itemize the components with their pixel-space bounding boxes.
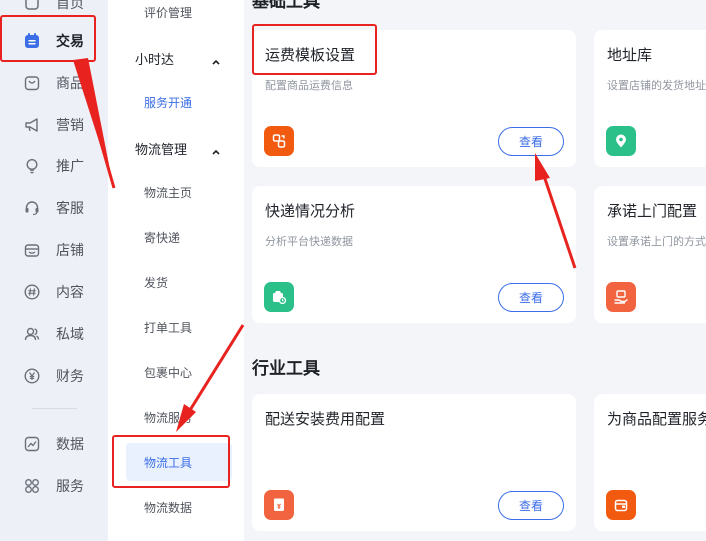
section-title-basic-tools: 基础工具 — [252, 0, 320, 12]
nav-label: 首页 — [56, 0, 84, 12]
primary-nav: 首页 交易 商品 营销 推广 客服 店铺 内容 私域 财务 数据 服务 — [0, 0, 108, 541]
card-product-service-config[interactable]: 为商品配置服务 — [594, 394, 706, 531]
card-express-analysis[interactable]: 快递情况分析 分析平台快递数据 查看 — [252, 186, 576, 323]
subnav-label: 物流工具 — [144, 455, 193, 470]
card-freight-template[interactable]: 运费模板设置 配置商品运费信息 查看 — [252, 30, 576, 167]
doorstep-icon — [606, 282, 636, 312]
subnav-label: 服务开通 — [144, 95, 193, 110]
card-title: 运费模板设置 — [265, 46, 356, 64]
subnav-label: 评价管理 — [144, 5, 193, 20]
card-doorstep-promise[interactable]: 承诺上门配置 设置承诺上门的方式 — [594, 186, 706, 323]
nav-item-private-domain[interactable]: 私域 — [0, 314, 108, 354]
card-title: 地址库 — [607, 46, 653, 64]
subnav-label: 发货 — [144, 275, 169, 290]
nav-label: 营销 — [56, 118, 84, 134]
chevron-up-icon — [211, 52, 221, 71]
yuan-icon — [23, 367, 41, 385]
lightbulb-icon — [23, 157, 41, 175]
nav-item-store[interactable]: 店铺 — [0, 230, 108, 270]
subnav-item-print-tool[interactable]: 打单工具 — [108, 307, 244, 347]
card-title: 快递情况分析 — [265, 202, 356, 220]
secondary-nav: 评价管理 小时达 服务开通 物流管理 物流主页 寄快递 发货 打单工具 包裹中心… — [108, 0, 244, 541]
nav-label: 财务 — [56, 369, 84, 385]
service-config-icon — [606, 490, 636, 520]
nav-label: 客服 — [56, 201, 84, 217]
subnav-group-logistics[interactable]: 物流管理 — [108, 128, 244, 168]
express-analysis-icon — [264, 282, 294, 312]
subnav-item-reviews[interactable]: 评价管理 — [108, 0, 244, 32]
card-title: 配送安装费用配置 — [265, 410, 386, 428]
card-address-library[interactable]: 地址库 设置店铺的发货地址 — [594, 30, 706, 167]
subnav-group-label: 物流管理 — [135, 142, 188, 158]
subnav-item-logistics-service[interactable]: 物流服务 — [108, 397, 244, 437]
nav-label: 推广 — [56, 159, 84, 175]
subnav-item-logistics-tools[interactable]: 物流工具 — [126, 443, 232, 481]
nav-item-marketing[interactable]: 营销 — [0, 105, 108, 145]
nav-item-home[interactable]: 首页 — [0, 0, 108, 23]
install-fee-icon — [264, 490, 294, 520]
store-icon — [23, 241, 41, 259]
nav-item-services[interactable]: 服务 — [0, 466, 108, 506]
view-button[interactable]: 查看 — [498, 127, 564, 156]
nav-label: 内容 — [56, 285, 84, 301]
view-button[interactable]: 查看 — [498, 491, 564, 520]
users-icon — [23, 325, 41, 343]
subnav-item-send-express[interactable]: 寄快递 — [108, 217, 244, 257]
nav-item-promotion[interactable]: 推广 — [0, 146, 108, 186]
nav-item-customer-service[interactable]: 客服 — [0, 188, 108, 228]
card-description: 分析平台快递数据 — [265, 235, 353, 248]
card-description: 配置商品运费信息 — [265, 79, 353, 92]
subnav-label: 寄快递 — [144, 230, 181, 245]
subnav-label: 物流数据 — [144, 500, 193, 515]
subnav-label: 物流主页 — [144, 185, 193, 200]
chevron-up-icon — [211, 142, 221, 161]
hashtag-icon — [23, 283, 41, 301]
nav-item-finance[interactable]: 财务 — [0, 356, 108, 396]
subnav-group-hourly[interactable]: 小时达 — [108, 38, 244, 78]
shop-bag-icon — [23, 74, 41, 92]
home-icon — [23, 0, 41, 12]
nav-label: 店铺 — [56, 243, 84, 259]
nav-item-content[interactable]: 内容 — [0, 272, 108, 312]
nav-divider — [32, 408, 77, 409]
nav-label: 数据 — [56, 437, 84, 453]
megaphone-icon — [23, 116, 41, 134]
subnav-item-logistics-home[interactable]: 物流主页 — [108, 172, 244, 212]
nav-label: 商品 — [56, 76, 84, 92]
card-description: 设置承诺上门的方式 — [607, 235, 706, 248]
subnav-group-label: 小时达 — [135, 52, 175, 68]
card-title: 承诺上门配置 — [607, 202, 698, 220]
section-title-industry-tools: 行业工具 — [252, 359, 320, 379]
nav-item-data[interactable]: 数据 — [0, 424, 108, 464]
grid-icon — [23, 477, 41, 495]
subnav-item-logistics-data[interactable]: 物流数据 — [108, 487, 244, 527]
subnav-label: 物流服务 — [144, 410, 193, 425]
view-button[interactable]: 查看 — [498, 283, 564, 312]
subnav-label: 打单工具 — [144, 320, 193, 335]
headset-icon — [23, 199, 41, 217]
subnav-label: 包裹中心 — [144, 365, 193, 380]
subnav-item-service-activation[interactable]: 服务开通 — [108, 82, 244, 122]
card-title: 为商品配置服务 — [607, 410, 706, 428]
card-description: 设置店铺的发货地址 — [607, 79, 706, 92]
nav-item-product[interactable]: 商品 — [0, 63, 108, 103]
subnav-item-package-center[interactable]: 包裹中心 — [108, 352, 244, 392]
location-pin-icon — [606, 126, 636, 156]
nav-label: 私域 — [56, 327, 84, 343]
card-install-fee-config[interactable]: 配送安装费用配置 查看 — [252, 394, 576, 531]
nav-item-trade[interactable]: 交易 — [0, 21, 108, 61]
subnav-item-ship[interactable]: 发货 — [108, 262, 244, 302]
calendar-icon — [23, 32, 41, 50]
freight-template-icon — [264, 126, 294, 156]
nav-label: 服务 — [56, 479, 84, 495]
nav-label: 交易 — [56, 34, 84, 50]
chart-icon — [23, 435, 41, 453]
